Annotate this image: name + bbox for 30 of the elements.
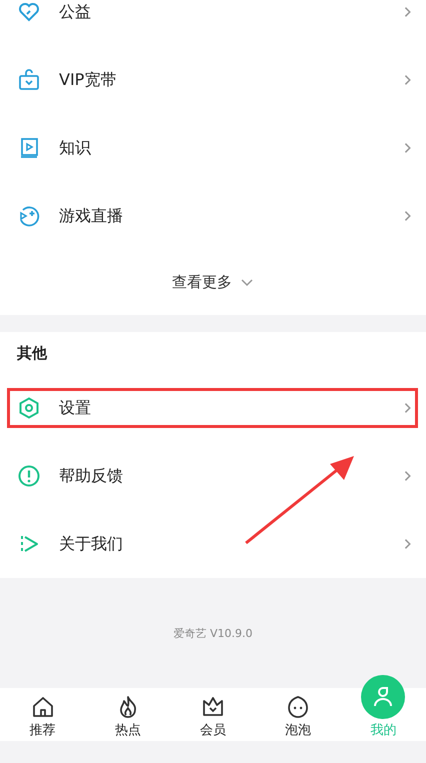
menu-item[interactable]: 设置 bbox=[0, 374, 426, 442]
menu-item-label: 设置 bbox=[59, 398, 92, 418]
tv-icon bbox=[17, 68, 41, 92]
avatar-button[interactable] bbox=[361, 675, 406, 719]
section-title: 其他 bbox=[16, 342, 48, 364]
menu-item[interactable]: 关于我们 bbox=[0, 510, 426, 578]
menu-item[interactable]: VIP宽带 bbox=[0, 46, 426, 114]
menu-item-label: 知识 bbox=[59, 138, 92, 158]
tab[interactable]: 热点 bbox=[85, 691, 170, 741]
home-icon bbox=[30, 695, 55, 719]
menu-item-label: 关于我们 bbox=[59, 534, 124, 554]
menu-item[interactable]: 游戏直播 bbox=[0, 182, 426, 250]
tab[interactable]: 会员 bbox=[170, 691, 256, 741]
exclamation-icon bbox=[17, 464, 41, 488]
tab[interactable]: 泡泡 bbox=[256, 691, 341, 741]
crown-icon bbox=[201, 695, 225, 719]
see-more-button[interactable]: 查看更多 bbox=[0, 250, 426, 315]
menu-item-label: 公益 bbox=[59, 2, 92, 22]
heart-icon bbox=[17, 0, 41, 24]
menu-item[interactable]: 知识 bbox=[0, 114, 426, 182]
menu-item-label: 帮助反馈 bbox=[59, 466, 124, 486]
game-controller-icon bbox=[17, 204, 41, 228]
menu-item-label: 游戏直播 bbox=[59, 206, 124, 226]
smiley-icon bbox=[286, 695, 310, 719]
menu-item[interactable]: 帮助反馈 bbox=[0, 442, 426, 510]
tab[interactable]: 推荐 bbox=[0, 691, 86, 741]
menu-item-label: VIP宽带 bbox=[59, 70, 118, 90]
menu-item[interactable]: 公益 bbox=[0, 0, 426, 46]
settings-icon bbox=[17, 396, 41, 420]
version-text: 爱奇艺 V10.9.0 bbox=[173, 626, 252, 640]
